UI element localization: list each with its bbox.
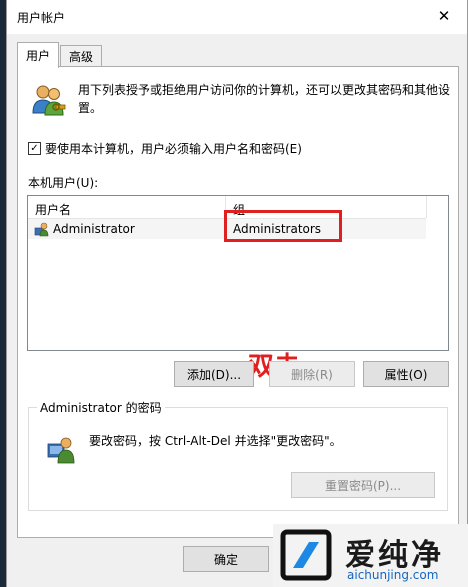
- reset-password-button-label: 重置密码(P)...: [324, 478, 402, 493]
- password-instructions: 要改密码，按 Ctrl-Alt-Del 并选择"更改密码"。: [89, 434, 342, 448]
- tab-advanced[interactable]: 高级: [60, 45, 103, 66]
- properties-button[interactable]: 属性(O): [363, 361, 449, 387]
- password-user-icon: [47, 437, 75, 464]
- ok-button-label: 确定: [213, 552, 238, 567]
- row-username: Administrator: [53, 222, 135, 236]
- column-divider-end[interactable]: [426, 196, 427, 218]
- remove-user-button[interactable]: 删除(R): [269, 361, 355, 387]
- title-bar: 用户帐户 ✕: [7, 0, 467, 34]
- tab-advanced-label: 高级: [69, 49, 94, 64]
- properties-button-label: 属性(O): [384, 367, 428, 382]
- require-password-checkbox[interactable]: ✓: [28, 142, 41, 155]
- tab-users[interactable]: 用户: [17, 42, 60, 68]
- ok-button[interactable]: 确定: [183, 546, 269, 572]
- user-accounts-dialog: 用户帐户 ✕ 用户 高级 用下列表授予或拒绝用户访问你的计算机，还可以更改其密码…: [6, 0, 468, 587]
- user-icon: [34, 222, 49, 237]
- logo-icon: [280, 529, 332, 581]
- remove-user-button-label: 删除(R): [291, 367, 333, 382]
- require-password-label: 要使用本计算机，用户必须输入用户名和密码(E): [45, 142, 302, 156]
- add-user-button-label: 添加(D)...: [186, 367, 242, 382]
- users-list[interactable]: 用户名 组 Administrator Administrators 双击: [27, 195, 449, 382]
- close-icon: ✕: [437, 7, 451, 25]
- tab-users-label: 用户: [26, 49, 51, 63]
- watermark-url: aichunjing.com: [347, 568, 439, 582]
- password-group-title: Administrator 的密码: [37, 399, 165, 416]
- check-icon: ✓: [30, 142, 39, 154]
- password-group: Administrator 的密码 要改密码，按 Ctrl-Alt-Del 并选…: [28, 399, 448, 511]
- reset-password-button[interactable]: 重置密码(P)...: [291, 472, 435, 498]
- window-title: 用户帐户: [17, 11, 66, 25]
- add-user-button[interactable]: 添加(D)...: [174, 361, 254, 387]
- require-password-checkbox-row[interactable]: ✓ 要使用本计算机，用户必须输入用户名和密码(E): [28, 140, 302, 157]
- users-tab-panel: 用下列表授予或拒绝用户访问你的计算机，还可以更改其密码和其他设置。 ✓ 要使用本…: [17, 66, 459, 538]
- close-button[interactable]: ✕: [427, 2, 461, 30]
- intro-text: 用下列表授予或拒绝用户访问你的计算机，还可以更改其密码和其他设置。: [78, 83, 451, 115]
- watermark: 爱纯净 aichunjing.com: [273, 524, 468, 587]
- highlight-box: [224, 210, 342, 242]
- column-header-username[interactable]: 用户名: [35, 201, 71, 218]
- local-users-label: 本机用户(U):: [28, 176, 99, 190]
- users-icon: [32, 85, 66, 116]
